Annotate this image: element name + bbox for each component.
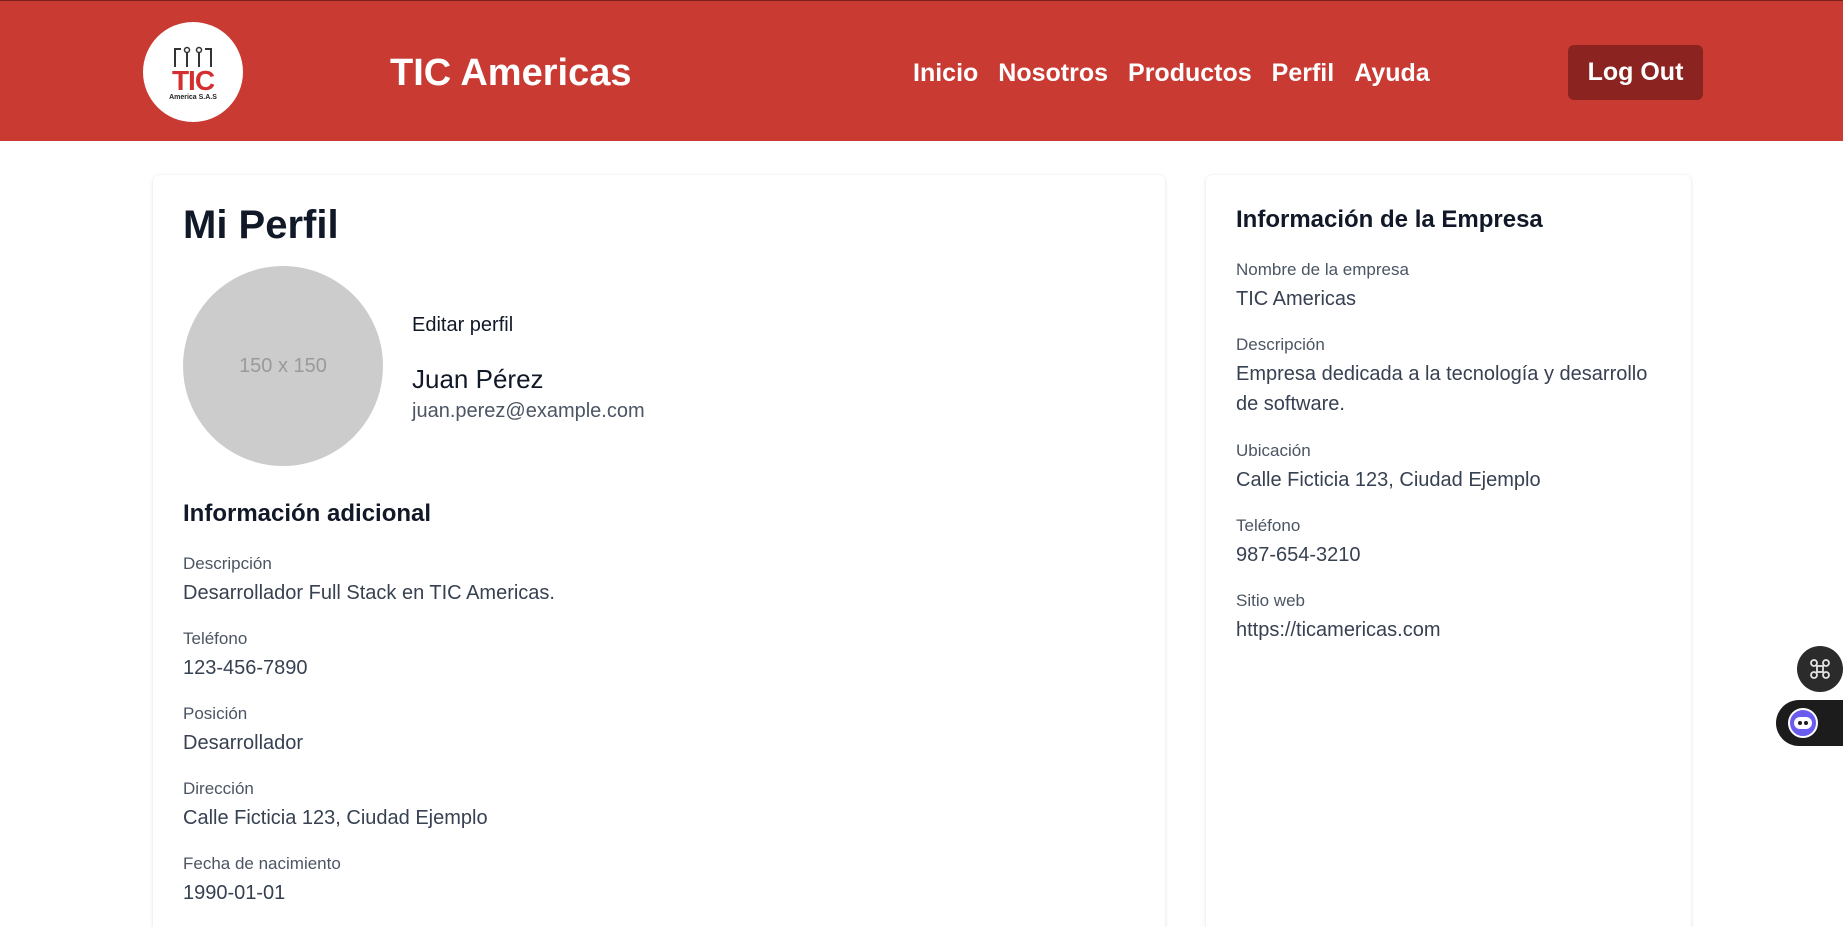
field-label: Posición [183,704,248,723]
field-value[interactable]: https://ticamericas.com [1236,615,1441,645]
assistant-button[interactable] [1776,700,1843,746]
field-value: Calle Ficticia 123, Ciudad Ejemplo [1236,469,1541,491]
edit-profile-link[interactable]: Editar perfil [412,313,513,337]
avatar-placeholder-text: 150 x 150 [239,354,327,377]
additional-info-title: Información adicional [183,500,432,527]
command-icon [1810,659,1830,679]
user-name: Juan Pérez [412,364,544,394]
main-nav: Inicio Nosotros Productos Perfil Ayuda [913,57,1430,89]
field-label: Dirección [183,779,254,798]
nav-perfil[interactable]: Perfil [1272,57,1335,89]
nav-nosotros[interactable]: Nosotros [998,57,1108,89]
assistant-bot-icon [1788,708,1818,738]
company-field-sitio-web: Sitio web https://ticamericas.com [1236,590,1441,645]
field-value: Desarrollador Full Stack en TIC Americas… [183,582,555,604]
avatar: 150 x 150 [183,266,383,466]
brand-name[interactable]: TIC Americas [390,51,631,95]
field-fecha-nacimiento: Fecha de nacimiento 1990-01-01 [183,853,341,908]
nav-productos[interactable]: Productos [1128,57,1252,89]
logo-text: TIC [171,64,215,96]
nav-inicio[interactable]: Inicio [913,57,978,89]
company-field-descripcion: Descripción Empresa dedicada a la tecnol… [1236,334,1647,419]
field-value-line2: de software. [1236,393,1345,415]
company-info-title: Información de la Empresa [1236,206,1543,233]
field-label: Nombre de la empresa [1236,260,1409,279]
field-value: 123-456-7890 [183,657,308,679]
top-navbar: TIC America S.A.S TIC Americas Inicio No… [0,0,1843,141]
field-label: Teléfono [1236,516,1301,535]
field-direccion: Dirección Calle Ficticia 123, Ciudad Eje… [183,778,488,833]
page-title: Mi Perfil [183,203,339,247]
field-label: Ubicación [1236,441,1311,460]
field-value: Desarrollador [183,732,304,754]
logout-button[interactable]: Log Out [1568,45,1703,100]
company-field-nombre: Nombre de la empresa TIC Americas [1236,259,1409,314]
field-label: Descripción [1236,335,1325,354]
field-value: 987-654-3210 [1236,544,1361,566]
company-logo[interactable]: TIC America S.A.S [143,22,243,122]
field-value-line1: Empresa dedicada a la tecnología y desar… [1236,363,1648,385]
field-descripcion: Descripción Desarrollador Full Stack en … [183,553,555,608]
logo-subtext: America S.A.S [169,93,217,101]
shortcut-button[interactable] [1797,646,1843,692]
field-value: TIC Americas [1236,288,1357,310]
field-label: Fecha de nacimiento [183,854,341,873]
company-field-telefono: Teléfono 987-654-3210 [1236,515,1361,570]
field-label: Sitio web [1236,591,1305,610]
field-posicion: Posición Desarrollador [183,703,303,758]
company-field-ubicacion: Ubicación Calle Ficticia 123, Ciudad Eje… [1236,440,1541,495]
field-value: Calle Ficticia 123, Ciudad Ejemplo [183,807,488,829]
field-label: Teléfono [183,629,248,648]
nav-ayuda[interactable]: Ayuda [1354,57,1429,89]
field-value: 1990-01-01 [183,882,286,904]
field-telefono: Teléfono 123-456-7890 [183,628,308,683]
user-email: juan.perez@example.com [412,400,645,422]
field-label: Descripción [183,554,272,573]
